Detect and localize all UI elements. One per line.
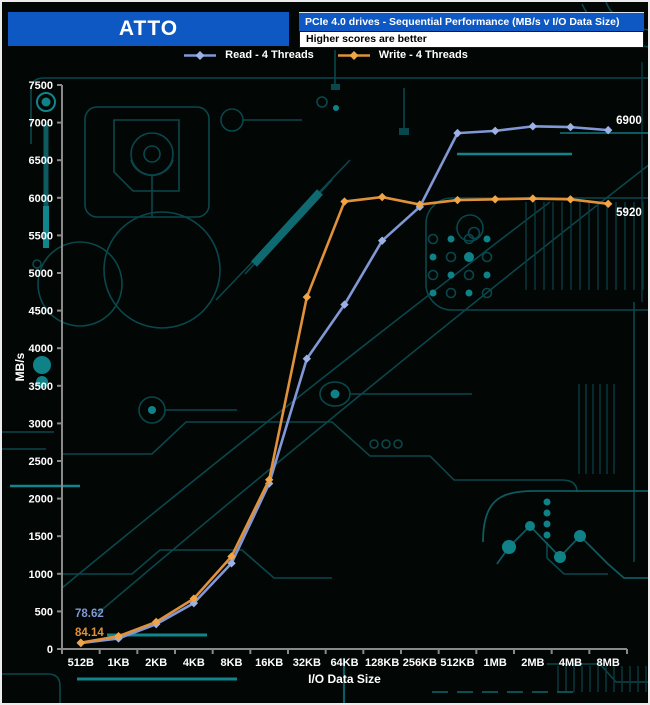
x-axis-title: I/O Data Size xyxy=(308,672,381,686)
write-data-point xyxy=(491,195,499,203)
y-tick-label: 2500 xyxy=(29,456,53,468)
write-data-point xyxy=(77,638,85,646)
y-tick-label: 6000 xyxy=(29,193,53,205)
x-tick-label: 16KB xyxy=(255,657,283,669)
write-data-point xyxy=(378,193,386,201)
y-tick-label: 5000 xyxy=(29,268,53,280)
y-tick-label: 3000 xyxy=(29,418,53,430)
chart-title: PCIe 4.0 drives - Sequential Performance… xyxy=(299,12,644,31)
y-tick-label: 2000 xyxy=(29,494,53,506)
x-tick-label: 512B xyxy=(68,657,94,669)
header: ATTO PCIe 4.0 drives - Sequential Perfor… xyxy=(8,12,644,48)
write-data-point xyxy=(529,194,537,202)
read-data-point xyxy=(491,127,499,135)
performance-line-chart: 0 500 1000 1500 2000 2500 3000 3500 4000 4500 5000… xyxy=(2,2,650,705)
write-data-point xyxy=(453,196,461,204)
y-tick-label: 0 xyxy=(47,644,53,656)
x-tick-label: 1MB xyxy=(484,657,507,669)
y-tick-label: 1500 xyxy=(29,531,53,543)
y-tick-label: 5500 xyxy=(29,230,53,242)
y-tick-label: 7500 xyxy=(29,80,53,92)
x-tick-label: 32KB xyxy=(293,657,321,669)
y-tick-label: 500 xyxy=(35,606,53,618)
x-tick-label: 4MB xyxy=(559,657,582,669)
y-axis-title: MB/s xyxy=(13,352,27,381)
read-line-marker-icon xyxy=(182,50,218,61)
legend-item-read: Read - 4 Threads xyxy=(182,49,314,61)
y-tick-label: 4500 xyxy=(29,306,53,318)
legend-label-write: Write - 4 Threads xyxy=(379,49,468,61)
x-tick-label: 2MB xyxy=(521,657,544,669)
x-tick-label: 8KB xyxy=(220,657,242,669)
atto-benchmark-chart: ATTO PCIe 4.0 drives - Sequential Perfor… xyxy=(0,0,650,705)
write-series-line xyxy=(81,197,608,643)
write-data-point xyxy=(303,293,311,301)
x-tick-label: 64KB xyxy=(330,657,358,669)
end-value-label: 5920 xyxy=(616,207,642,219)
atto-logo: ATTO xyxy=(8,12,289,46)
legend-item-write: Write - 4 Threads xyxy=(336,49,468,61)
x-tick-label: 2KB xyxy=(145,657,167,669)
legend: Read - 4 Threads Write - 4 Threads xyxy=(2,49,648,61)
write-data-point xyxy=(566,195,574,203)
read-data-point xyxy=(566,123,574,131)
x-tick-label: 8MB xyxy=(597,657,620,669)
chart-subtitle: Higher scores are better xyxy=(299,31,644,48)
write-data-point xyxy=(340,197,348,205)
end-value-label: 6900 xyxy=(616,115,642,127)
read-data-point xyxy=(604,126,612,134)
x-tick-label: 1KB xyxy=(107,657,129,669)
y-tick-label: 7000 xyxy=(29,118,53,130)
y-tick-label: 1000 xyxy=(29,569,53,581)
write-line-marker-icon xyxy=(336,50,372,61)
start-value-label: 84.14 xyxy=(75,627,104,639)
write-data-point xyxy=(604,200,612,208)
x-tick-label: 256KB xyxy=(403,657,437,669)
legend-label-read: Read - 4 Threads xyxy=(225,49,314,61)
y-tick-label: 6500 xyxy=(29,155,53,167)
title-block: PCIe 4.0 drives - Sequential Performance… xyxy=(299,12,644,48)
y-tick-label: 4000 xyxy=(29,343,53,355)
x-tick-label: 512KB xyxy=(440,657,474,669)
y-tick-label: 3500 xyxy=(29,381,53,393)
atto-logo-label: ATTO xyxy=(119,17,178,41)
start-value-label: 78.62 xyxy=(75,608,104,620)
read-data-point xyxy=(529,122,537,130)
x-tick-label: 128KB xyxy=(365,657,399,669)
x-tick-label: 4KB xyxy=(183,657,205,669)
